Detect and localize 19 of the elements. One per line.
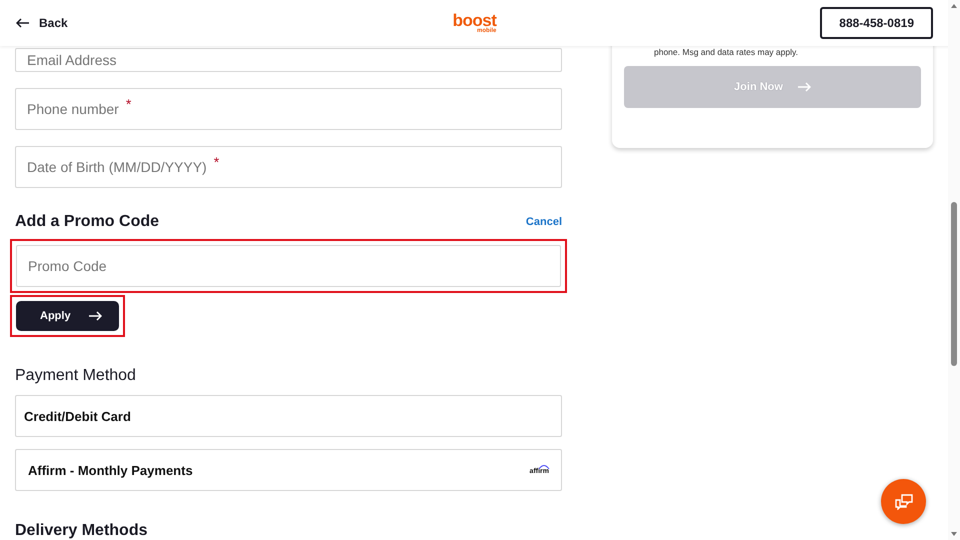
section-heading: Add a Promo Code (15, 213, 160, 231)
chat-icon (894, 494, 912, 510)
disclaimer-text: phone. Msg and data rates may apply. (654, 47, 799, 57)
input-field[interactable]: Promo Code (16, 245, 561, 287)
apply-button[interactable]: Apply (16, 301, 119, 331)
required-asterisk: * (126, 97, 132, 111)
phone-button[interactable]: 888-458-0819 (820, 7, 933, 39)
arrow-icon (796, 82, 811, 92)
payment-option[interactable]: Credit/Debit Card (15, 395, 562, 437)
section-heading: Payment Method (15, 367, 137, 385)
arrow-icon (16, 18, 30, 28)
back-link[interactable]: Back (16, 16, 68, 30)
input-field[interactable]: Email Address (15, 48, 562, 72)
required-asterisk: * (214, 155, 220, 169)
cancel-link[interactable]: Cancel (526, 216, 562, 228)
section-heading: Delivery Methods (15, 522, 148, 540)
scrollbar[interactable] (948, 0, 960, 540)
arrow-icon (88, 311, 102, 321)
chat-button[interactable] (881, 479, 926, 524)
